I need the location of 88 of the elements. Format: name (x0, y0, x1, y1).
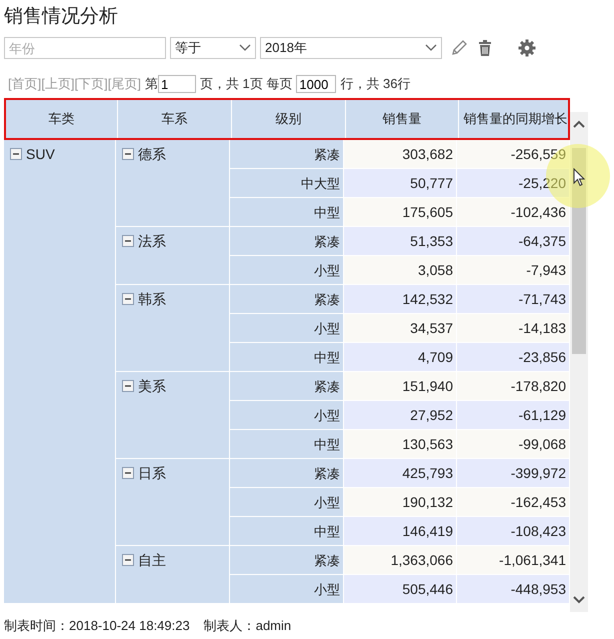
table-cell: 142,532 (344, 285, 457, 314)
table-cell: -23,856 (457, 343, 570, 372)
pager-text: 第 (144, 75, 158, 93)
table-cell: 425,793 (344, 459, 457, 488)
settings-icon[interactable] (518, 39, 536, 57)
table-cell: 1,363,066 (344, 546, 457, 575)
table-cell: -102,436 (457, 198, 570, 227)
collapse-icon[interactable] (122, 235, 134, 247)
table-cell: 中型 (230, 430, 344, 459)
page-size-field[interactable]: 1000 (296, 75, 336, 93)
table-cell: 130,563 (344, 430, 457, 459)
table-cell: 27,952 (344, 401, 457, 430)
collapse-icon[interactable] (10, 148, 22, 160)
table-cell: 175,605 (344, 198, 457, 227)
table-cell: 中大型 (230, 169, 344, 198)
table-cell: -399,972 (457, 459, 570, 488)
table-cell: -99,068 (457, 430, 570, 459)
collapse-icon[interactable] (122, 554, 134, 566)
table-cell: 紧凑 (230, 227, 344, 256)
table-cell: -448,953 (457, 575, 570, 604)
table-cell: 4,709 (344, 343, 457, 372)
scroll-up-icon[interactable] (573, 120, 585, 128)
value-dropdown[interactable]: 2018年 (260, 37, 442, 59)
table-cell: -178,820 (457, 372, 570, 401)
table-cell: 小型 (230, 256, 344, 285)
series-label: 日系 (138, 465, 166, 481)
trash-icon[interactable] (476, 39, 494, 57)
table-cell: 紧凑 (230, 140, 344, 169)
collapse-icon[interactable] (122, 148, 134, 160)
table-cell: 146,419 (344, 517, 457, 546)
series-label: 德系 (138, 146, 166, 162)
collapse-icon[interactable] (122, 380, 134, 392)
table-cell: 中型 (230, 517, 344, 546)
scroll-down-icon[interactable] (573, 596, 585, 604)
table-cell: 190,132 (344, 488, 457, 517)
table-cell: 小型 (230, 575, 344, 604)
mouse-pointer-icon (573, 168, 585, 187)
creator-label: 制表人：admin (204, 617, 292, 635)
table-cell: 中型 (230, 198, 344, 227)
table-cell: 小型 (230, 401, 344, 430)
table-cell: 紧凑 (230, 459, 344, 488)
column-header: 车类 (48, 111, 74, 127)
table-cell: 中型 (230, 343, 344, 372)
input-field[interactable]: 年份 (4, 37, 166, 59)
table-cell: 505,446 (344, 575, 457, 604)
column-header: 车系 (162, 111, 188, 127)
page-title: 销售情况分析 (4, 5, 118, 29)
operator-dropdown[interactable]: 等于 (170, 37, 256, 59)
table-cell: -162,453 (457, 488, 570, 517)
scrollbar[interactable] (570, 112, 588, 612)
page-field[interactable]: 1 (158, 75, 196, 93)
table-cell: 51,353 (344, 227, 457, 256)
category-label: SUV (26, 146, 55, 162)
collapse-icon[interactable] (122, 467, 134, 479)
chevron-down-icon (239, 44, 251, 52)
series-label: 美系 (138, 378, 166, 394)
table-cell: 303,682 (344, 140, 457, 169)
table-cell: 紧凑 (230, 372, 344, 401)
created-time: 制表时间：2018-10-24 18:49:23 (4, 617, 190, 635)
table-cell: 3,058 (344, 256, 457, 285)
table-cell: 紧凑 (230, 546, 344, 575)
table-cell: 紧凑 (230, 285, 344, 314)
column-header: 销售量 (382, 111, 422, 127)
chevron-down-icon (425, 44, 437, 52)
table-cell: -14,183 (457, 314, 570, 343)
table-cell: -108,423 (457, 517, 570, 546)
table-cell: 50,777 (344, 169, 457, 198)
column-header: 销售量的同期增长 (464, 111, 568, 127)
table-cell: -25,220 (457, 169, 570, 198)
table-cell: -7,943 (457, 256, 570, 285)
pencil-icon[interactable] (450, 39, 468, 57)
table-cell: -61,129 (457, 401, 570, 430)
series-label: 法系 (138, 233, 166, 249)
series-label: 自主 (138, 552, 166, 568)
table-cell: 151,940 (344, 372, 457, 401)
series-label: 韩系 (138, 291, 166, 307)
table-cell: -71,743 (457, 285, 570, 314)
table-cell: 34,537 (344, 314, 457, 343)
table-cell: -1,061,341 (457, 546, 570, 575)
column-header: 级别 (276, 111, 302, 127)
table-cell: 小型 (230, 488, 344, 517)
table-cell: -64,375 (457, 227, 570, 256)
table-cell: 小型 (230, 314, 344, 343)
pager-text: 行，共 36行 (340, 75, 410, 93)
collapse-icon[interactable] (122, 293, 134, 305)
pager-text: 页，共 1页 每页 (200, 75, 292, 93)
table-cell: -256,559 (457, 140, 570, 169)
scroll-thumb[interactable] (572, 148, 586, 354)
